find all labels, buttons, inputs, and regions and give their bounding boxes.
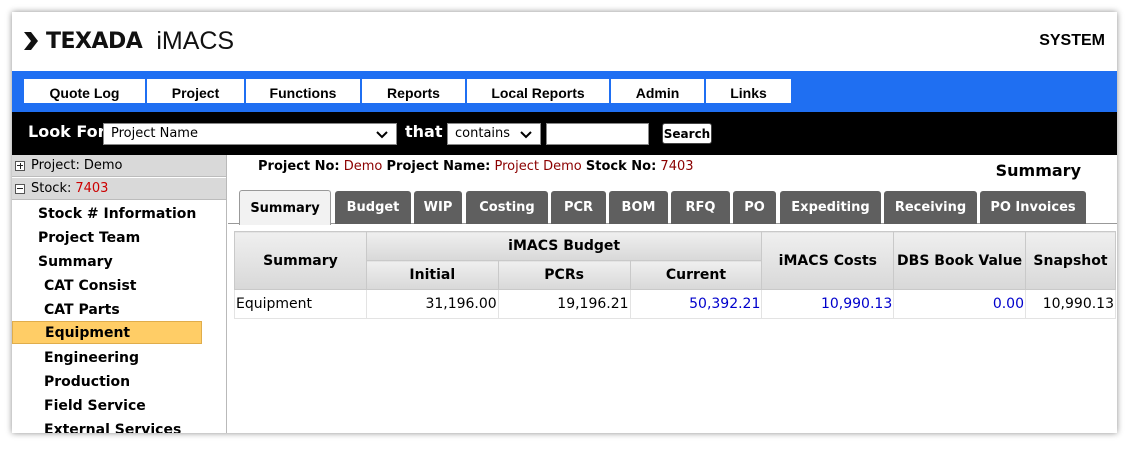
sidebar-item-engineering[interactable]: Engineering	[12, 346, 202, 369]
tab-po[interactable]: PO	[733, 191, 776, 224]
sidebar-project-header[interactable]: Project: Demo	[12, 155, 226, 177]
col-summary: Summary	[234, 231, 367, 290]
cell-pcrs: 19,196.21	[497, 289, 631, 319]
sidebar-item-project-team[interactable]: Project Team	[12, 226, 202, 249]
tab-budget[interactable]: Budget	[335, 191, 411, 224]
sidebar-item-stock-information[interactable]: Stock # Information	[12, 202, 202, 225]
look-for-label: Look For	[28, 122, 106, 141]
sidebar-item-field-service[interactable]: Field Service	[12, 394, 202, 417]
table-row: Equipment 31,196.00 19,196.21 50,392.21 …	[234, 289, 1116, 319]
col-initial: Initial	[365, 260, 499, 290]
cell-costs-link[interactable]: 10,990.13	[761, 289, 895, 319]
nav-quote-log[interactable]: Quote Log	[24, 79, 146, 103]
tab-wip[interactable]: WIP	[414, 191, 462, 224]
stock-no-value: 7403	[660, 159, 694, 174]
chevron-logo-icon	[24, 32, 38, 50]
col-pcrs: PCRs	[497, 260, 631, 290]
tab-bar: Summary Budget WIP Costing PCR BOM RFQ P…	[228, 190, 1117, 225]
project-name-value: Project Demo	[494, 159, 582, 174]
sidebar-item-external-services[interactable]: External Services	[12, 418, 202, 434]
logo-text: TEXADA	[46, 28, 143, 54]
that-label: that	[405, 122, 443, 141]
cell-snapshot: 10,990.13	[1025, 289, 1116, 319]
project-no-value: Demo	[343, 159, 383, 174]
app-window: TEXADA iMACS SYSTEM Quote Log Project Fu…	[12, 12, 1117, 433]
page-title: Summary	[995, 161, 1081, 180]
sidebar-item-cat-parts[interactable]: CAT Parts	[12, 298, 202, 321]
sidebar-item-equipment[interactable]: Equipment	[12, 321, 202, 344]
tab-pcr[interactable]: PCR	[551, 191, 606, 224]
sidebar: Project: Demo Stock: 7403 Stock # Inform…	[12, 155, 227, 433]
cell-dbs-link[interactable]: 0.00	[893, 289, 1026, 319]
app-name: iMACS	[156, 26, 235, 55]
nav-admin[interactable]: Admin	[611, 79, 705, 103]
col-imacs-budget: iMACS Budget	[365, 231, 763, 261]
col-current: Current	[629, 260, 763, 290]
main-nav: Quote Log Project Functions Reports Loca…	[12, 71, 1117, 112]
cell-summary: Equipment	[234, 289, 367, 319]
search-input[interactable]	[546, 123, 649, 145]
sidebar-item-production[interactable]: Production	[12, 370, 202, 393]
stock-no-label: Stock No:	[585, 159, 657, 174]
tab-expediting[interactable]: Expediting	[780, 191, 881, 224]
project-no-label: Project No:	[258, 159, 340, 174]
chevron-down-icon	[376, 131, 388, 139]
summary-table: Summary iMACS Budget iMACS Costs DBS Boo…	[234, 231, 1116, 319]
collapse-icon[interactable]	[15, 183, 25, 194]
operator-select[interactable]: contains	[447, 123, 541, 145]
app-header: TEXADA iMACS SYSTEM	[12, 12, 1117, 71]
nav-project[interactable]: Project	[147, 79, 245, 103]
col-imacs-costs: iMACS Costs	[761, 231, 895, 290]
tab-rfq[interactable]: RFQ	[671, 191, 730, 224]
project-label: Project:	[31, 158, 80, 173]
sidebar-item-summary[interactable]: Summary	[12, 250, 202, 273]
tab-po-invoices[interactable]: PO Invoices	[980, 191, 1086, 224]
nav-reports[interactable]: Reports	[362, 79, 466, 103]
stock-label: Stock:	[31, 181, 72, 196]
tab-summary[interactable]: Summary	[239, 190, 331, 225]
operator-value: contains	[455, 126, 511, 141]
system-label: SYSTEM	[1039, 32, 1105, 49]
look-for-field-value: Project Name	[111, 126, 198, 141]
look-for-bar: Look For Project Name that contains Sear…	[12, 112, 1117, 155]
sidebar-item-cat-consist[interactable]: CAT Consist	[12, 274, 202, 297]
nav-functions[interactable]: Functions	[246, 79, 361, 103]
chevron-down-icon	[520, 131, 532, 139]
col-snapshot: Snapshot	[1025, 231, 1116, 290]
project-info-line: Project No: Demo Project Name: Project D…	[258, 159, 694, 174]
nav-local-reports[interactable]: Local Reports	[467, 79, 610, 103]
look-for-field-select[interactable]: Project Name	[103, 123, 397, 145]
texada-logo: TEXADA iMACS	[24, 27, 234, 55]
tab-bom[interactable]: BOM	[609, 191, 668, 224]
project-value: Demo	[83, 158, 123, 173]
table-header-row: Summary iMACS Budget iMACS Costs DBS Boo…	[234, 231, 1116, 290]
cell-initial: 31,196.00	[365, 289, 499, 319]
stock-value: 7403	[75, 181, 109, 196]
main-content: Project No: Demo Project Name: Project D…	[228, 155, 1117, 433]
expand-icon[interactable]	[15, 160, 25, 171]
tab-receiving[interactable]: Receiving	[884, 191, 977, 224]
col-dbs-book-value: DBS Book Value	[893, 231, 1026, 290]
project-name-label: Project Name:	[386, 159, 491, 174]
nav-links[interactable]: Links	[706, 79, 792, 103]
tab-costing[interactable]: Costing	[466, 191, 548, 224]
search-button[interactable]: Search	[662, 123, 712, 144]
sidebar-stock-header[interactable]: Stock: 7403	[12, 178, 226, 200]
cell-current-link[interactable]: 50,392.21	[629, 289, 763, 319]
